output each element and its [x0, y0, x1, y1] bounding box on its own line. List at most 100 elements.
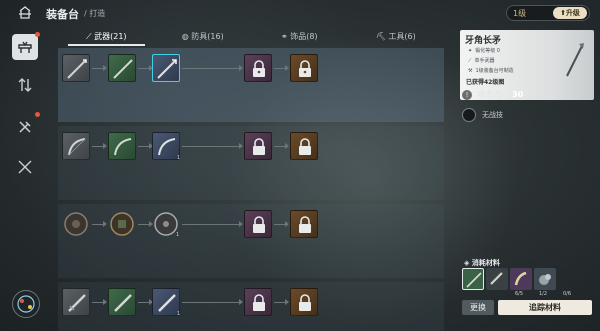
info-icon: !	[462, 89, 472, 100]
lock-icon	[299, 60, 311, 77]
horn-icon	[514, 271, 527, 286]
recipe-slot[interactable]: 1	[152, 132, 181, 161]
bow-icon	[114, 138, 132, 156]
locked-slot[interactable]	[244, 210, 272, 238]
item-count: 1	[177, 311, 181, 317]
ring-icon: ⚭	[280, 32, 288, 41]
item-count: 1	[176, 232, 180, 238]
round-shield-icon	[64, 212, 88, 236]
tab-label: 武器(21)	[94, 32, 127, 41]
recipe-slot[interactable]	[108, 132, 136, 160]
stat-label: 攻击力	[477, 90, 501, 99]
arrow-connector	[182, 299, 243, 305]
spear-icon	[566, 43, 584, 77]
tab-label: 饰品(8)	[290, 32, 318, 41]
attribute-row: ⚒ 1级装备台可制造	[468, 67, 514, 75]
ore-icon	[539, 274, 551, 285]
attribute-row: ⟋ 单手武器	[468, 57, 495, 65]
recipe-slot[interactable]	[108, 54, 136, 82]
sparkle-icon: ✦	[468, 47, 473, 54]
recipe-slot[interactable]	[62, 132, 90, 160]
notification-dot	[35, 32, 40, 37]
locked-slot[interactable]	[290, 54, 318, 82]
sidebar-workbench[interactable]	[12, 32, 40, 60]
skill-row[interactable]: 无战技	[462, 108, 503, 122]
avatar[interactable]	[12, 290, 40, 318]
sidebar-combat[interactable]	[12, 154, 38, 180]
spear-icon	[113, 59, 133, 79]
arrow-connector	[92, 65, 107, 71]
tab-weapons[interactable]: ⟋ 武器(21)	[58, 30, 155, 46]
home-icon[interactable]	[18, 6, 32, 20]
lock-icon	[253, 60, 265, 77]
pickaxe-icon: ⛏	[375, 32, 386, 41]
diamond-icon: ◈	[464, 259, 470, 267]
tools-icon	[19, 121, 31, 133]
tab-accessories[interactable]: ⚭ 饰品(8)	[251, 30, 348, 46]
skill-text: 无战技	[482, 111, 503, 119]
recipe-slot[interactable]	[108, 210, 136, 238]
material-slot[interactable]: 1/2	[510, 268, 547, 297]
item-name: 牙角长矛	[465, 36, 502, 46]
attack-stat: ! 攻击力 30	[462, 89, 523, 100]
material-slot[interactable]	[462, 268, 484, 290]
arrow-connector	[274, 65, 289, 71]
recipe-slot-selected[interactable]	[152, 54, 180, 82]
arrow-connector	[274, 143, 289, 149]
material-slot[interactable]: 0/6	[534, 268, 571, 297]
upgrade-button[interactable]: ⬆ 升级	[553, 7, 587, 19]
crossed-swords-icon	[18, 160, 32, 174]
locked-slot[interactable]	[244, 54, 272, 82]
attribute-text: 锻化等级 0	[475, 48, 500, 54]
recipe-slot[interactable]	[62, 288, 90, 316]
tab-tools[interactable]: ⛏ 工具(6)	[348, 30, 445, 46]
locked-slot[interactable]	[290, 210, 318, 238]
left-sidebar	[0, 28, 52, 331]
arrow-connector	[138, 65, 153, 71]
skill-icon	[462, 108, 476, 122]
locked-slot[interactable]	[244, 288, 272, 316]
bow-icon	[68, 138, 86, 156]
material-slot[interactable]: 6/5	[486, 268, 523, 297]
lock-icon	[253, 294, 265, 311]
material-count: 0/6	[562, 291, 572, 297]
locked-slot[interactable]	[290, 132, 318, 160]
workbench-level: 1级 ⬆ 升级	[506, 5, 590, 21]
arrow-connector	[92, 221, 107, 227]
hand-icon: ⟋	[468, 57, 472, 64]
item-count: 1	[177, 155, 181, 161]
recipe-slot[interactable]: 1	[152, 288, 181, 317]
track-materials-button[interactable]: 追踪材料	[498, 300, 592, 315]
bone-icon	[490, 272, 503, 285]
round-shield-icon	[110, 212, 134, 236]
upgrade-label: 升级	[565, 9, 580, 17]
workbench-icon	[18, 41, 32, 53]
recipe-slot[interactable]: 1	[152, 210, 180, 238]
spear-icon	[67, 59, 87, 79]
material-count: 6/5	[514, 291, 524, 297]
owned-text: 已获得42级图	[466, 79, 505, 86]
recipe-slot[interactable]	[62, 210, 90, 238]
materials-title: ◈ 消耗材料	[464, 258, 500, 268]
locked-slot[interactable]	[244, 132, 272, 160]
sword-icon	[114, 294, 132, 312]
arrow-connector	[182, 65, 243, 71]
materials-title-text: 消耗材料	[471, 259, 500, 267]
top-bar: 装备台 / 打造 1级 ⬆ 升级	[0, 0, 600, 28]
arrow-connector	[138, 221, 153, 227]
stat-value: 30	[512, 90, 524, 99]
level-label: 1级	[513, 8, 527, 18]
attribute-text: 单手武器	[474, 58, 495, 64]
lock-icon	[253, 138, 265, 155]
sidebar-exchange[interactable]	[12, 72, 38, 98]
crafting-tree: 1 1 1	[58, 48, 444, 331]
tab-armor[interactable]: ◍ 防具(16)	[155, 30, 252, 46]
attribute-text: 1级装备台可制造	[475, 68, 514, 74]
recipe-slot[interactable]	[62, 54, 90, 82]
lock-icon	[299, 216, 311, 233]
arrow-connector	[182, 221, 243, 227]
recipe-slot[interactable]	[108, 288, 136, 316]
sidebar-tools[interactable]	[12, 112, 40, 140]
swap-button[interactable]: 更换	[462, 300, 494, 315]
locked-slot[interactable]	[290, 288, 318, 316]
